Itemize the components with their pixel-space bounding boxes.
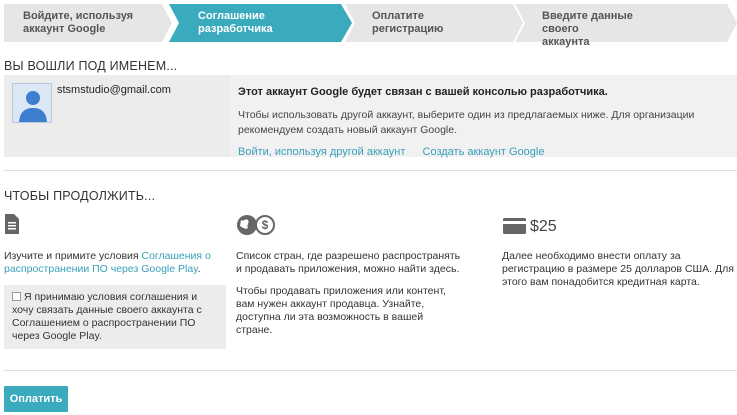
step-account-details: Введите данные своего аккаунта [515,4,737,48]
step-agreement-label-1: Соглашение [198,10,265,22]
step-details-label-1: Введите данные своего [542,10,633,35]
agreement-column: Изучите и примите условия Соглашения о р… [4,250,226,276]
svg-text:$: $ [262,218,269,232]
step-sign-in-label-2: аккаунт Google [23,23,106,35]
account-panel: stsmstudio@gmail.com Этот аккаунт Google… [4,75,737,158]
agreement-text: Изучите и примите условия [4,250,142,262]
account-identity: stsmstudio@gmail.com [4,75,228,157]
continue-title: ЧТОБЫ ПРОДОЛЖИТЬ... [4,189,156,203]
globe-dollar-icon: $ [237,215,275,235]
divider [4,170,737,171]
steps-bar: Войдите, используя аккаунт Google Соглаш… [4,4,737,48]
account-links: Войти, используя другой аккаунт Создать … [238,146,737,158]
signed-in-title: ВЫ ВОШЛИ ПОД ИМЕНЕМ... [4,59,178,73]
step-agreement-label-2: разработчика [198,23,273,35]
step-developer-agreement: Соглашение разработчика [169,4,354,42]
sign-in-other-account-link[interactable]: Войти, используя другой аккаунт [238,146,405,158]
countries-column: Список стран, где разрешено распространя… [236,250,461,337]
step-sign-in: Войдите, используя аккаунт Google [4,4,172,42]
account-notice-title: Этот аккаунт Google будет связан с вашей… [238,86,608,98]
step-pay-registration: Оплатите регистрацию [345,4,523,42]
account-notice-description: Чтобы использовать другой аккаунт, выбер… [238,109,695,136]
pay-button[interactable]: Оплатить [4,386,68,412]
payment-text: Далее необходимо внести оплату за регист… [502,250,734,288]
agree-checkbox-label: Я принимаю условия соглашения и хочу свя… [12,291,202,342]
agreement-text-end: . [197,263,201,275]
agree-checkbox[interactable] [12,292,21,301]
merchant-text: Чтобы продавать приложения или контент, … [236,285,446,336]
payment-column: Далее необходимо внести оплату за регист… [502,250,737,289]
step-sign-in-label-1: Войдите, используя [23,10,134,22]
credit-card-icon [503,218,526,234]
agreement-checkbox-panel: Я принимаю условия соглашения и хочу свя… [4,285,226,349]
account-notice: Этот аккаунт Google будет связан с вашей… [230,75,737,158]
user-avatar-icon [12,83,52,123]
step-pay-label-1: Оплатите регистрацию [372,10,444,35]
create-google-account-link[interactable]: Создать аккаунт Google [423,146,545,158]
document-icon [5,214,19,234]
step-details-label-2: аккаунта [542,36,590,48]
divider [4,370,737,371]
registration-price: $25 [530,218,557,235]
account-email: stsmstudio@gmail.com [57,84,171,96]
countries-text: Список стран, где разрешено распространя… [236,250,461,275]
